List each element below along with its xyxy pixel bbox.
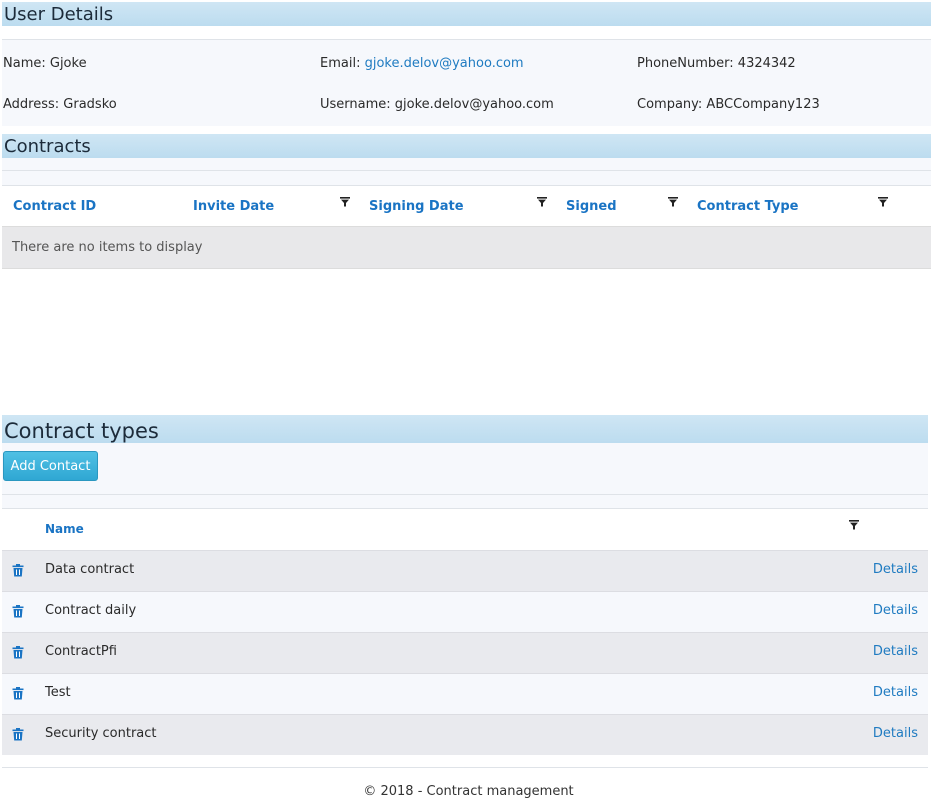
contract-types-toolbar (2, 443, 928, 494)
trash-icon[interactable] (12, 605, 24, 618)
contract-type-name: Test (45, 685, 71, 700)
name-label: Name: (3, 56, 46, 71)
username-field: Username: gjoke.delov@yahoo.com (320, 97, 554, 112)
column-signing-date[interactable]: Signing Date (369, 199, 464, 214)
table-row: Contract daily Details (2, 591, 928, 632)
phone-value: 4324342 (737, 56, 796, 71)
details-link[interactable]: Details (873, 603, 918, 618)
footer-text: © 2018 - Contract management (363, 784, 574, 799)
address-value: Gradsko (63, 97, 117, 112)
table-row: ContractPfi Details (2, 632, 928, 673)
filter-icon[interactable] (340, 197, 350, 207)
details-link[interactable]: Details (873, 644, 918, 659)
contract-type-name: Data contract (45, 562, 135, 577)
username-label: Username: (320, 97, 391, 112)
name-value: Gjoke (49, 56, 87, 71)
column-signed[interactable]: Signed (566, 199, 617, 214)
trash-icon[interactable] (12, 646, 24, 659)
empty-message: There are no items to display (12, 240, 203, 255)
column-name[interactable]: Name (45, 522, 84, 536)
company-label: Company: (637, 97, 703, 112)
filter-icon[interactable] (849, 520, 859, 530)
trash-icon[interactable] (12, 564, 24, 577)
table-row: Data contract Details (2, 550, 928, 591)
contracts-panel (2, 158, 931, 186)
contracts-header: Contracts (2, 134, 931, 158)
filter-icon[interactable] (537, 197, 547, 207)
contract-type-name: Contract daily (45, 603, 137, 618)
username-value: gjoke.delov@yahoo.com (394, 97, 554, 112)
contract-types-grid-spacer (2, 495, 928, 508)
email-field: Email: gjoke.delov@yahoo.com (320, 56, 524, 71)
phone-field: PhoneNumber: 4324342 (637, 56, 796, 71)
contract-types-title: Contract types (4, 419, 159, 443)
address-label: Address: (3, 97, 60, 112)
footer: © 2018 - Contract management (0, 784, 937, 799)
contract-types-header: Contract types (2, 415, 928, 443)
column-invite-date[interactable]: Invite Date (193, 199, 274, 214)
column-contract-type[interactable]: Contract Type (697, 199, 799, 214)
contracts-title: Contracts (4, 136, 91, 157)
add-contact-button[interactable]: Add Contact (3, 451, 98, 481)
email-link[interactable]: gjoke.delov@yahoo.com (365, 56, 524, 71)
user-details-panel (2, 40, 931, 126)
email-label: Email: (320, 56, 361, 71)
filter-icon[interactable] (878, 197, 888, 207)
company-value: ABCCompany123 (706, 97, 820, 112)
trash-icon[interactable] (12, 728, 24, 741)
name-field: Name: Gjoke (3, 56, 87, 71)
contract-type-name: ContractPfi (45, 644, 117, 659)
trash-icon[interactable] (12, 687, 24, 700)
details-link[interactable]: Details (873, 562, 918, 577)
details-link[interactable]: Details (873, 685, 918, 700)
column-contract-id[interactable]: Contract ID (13, 199, 96, 214)
contract-types-grid-header (2, 509, 928, 549)
address-field: Address: Gradsko (3, 97, 117, 112)
filter-icon[interactable] (668, 197, 678, 207)
user-details-header: User Details (2, 2, 931, 26)
table-row: Test Details (2, 673, 928, 714)
user-details-title: User Details (4, 4, 114, 25)
company-field: Company: ABCCompany123 (637, 97, 820, 112)
divider (2, 767, 928, 768)
contract-type-name: Security contract (45, 726, 157, 741)
empty-row: There are no items to display (2, 226, 931, 269)
table-row: Security contract Details (2, 714, 928, 755)
divider (2, 170, 931, 171)
details-link[interactable]: Details (873, 726, 918, 741)
phone-label: PhoneNumber: (637, 56, 734, 71)
